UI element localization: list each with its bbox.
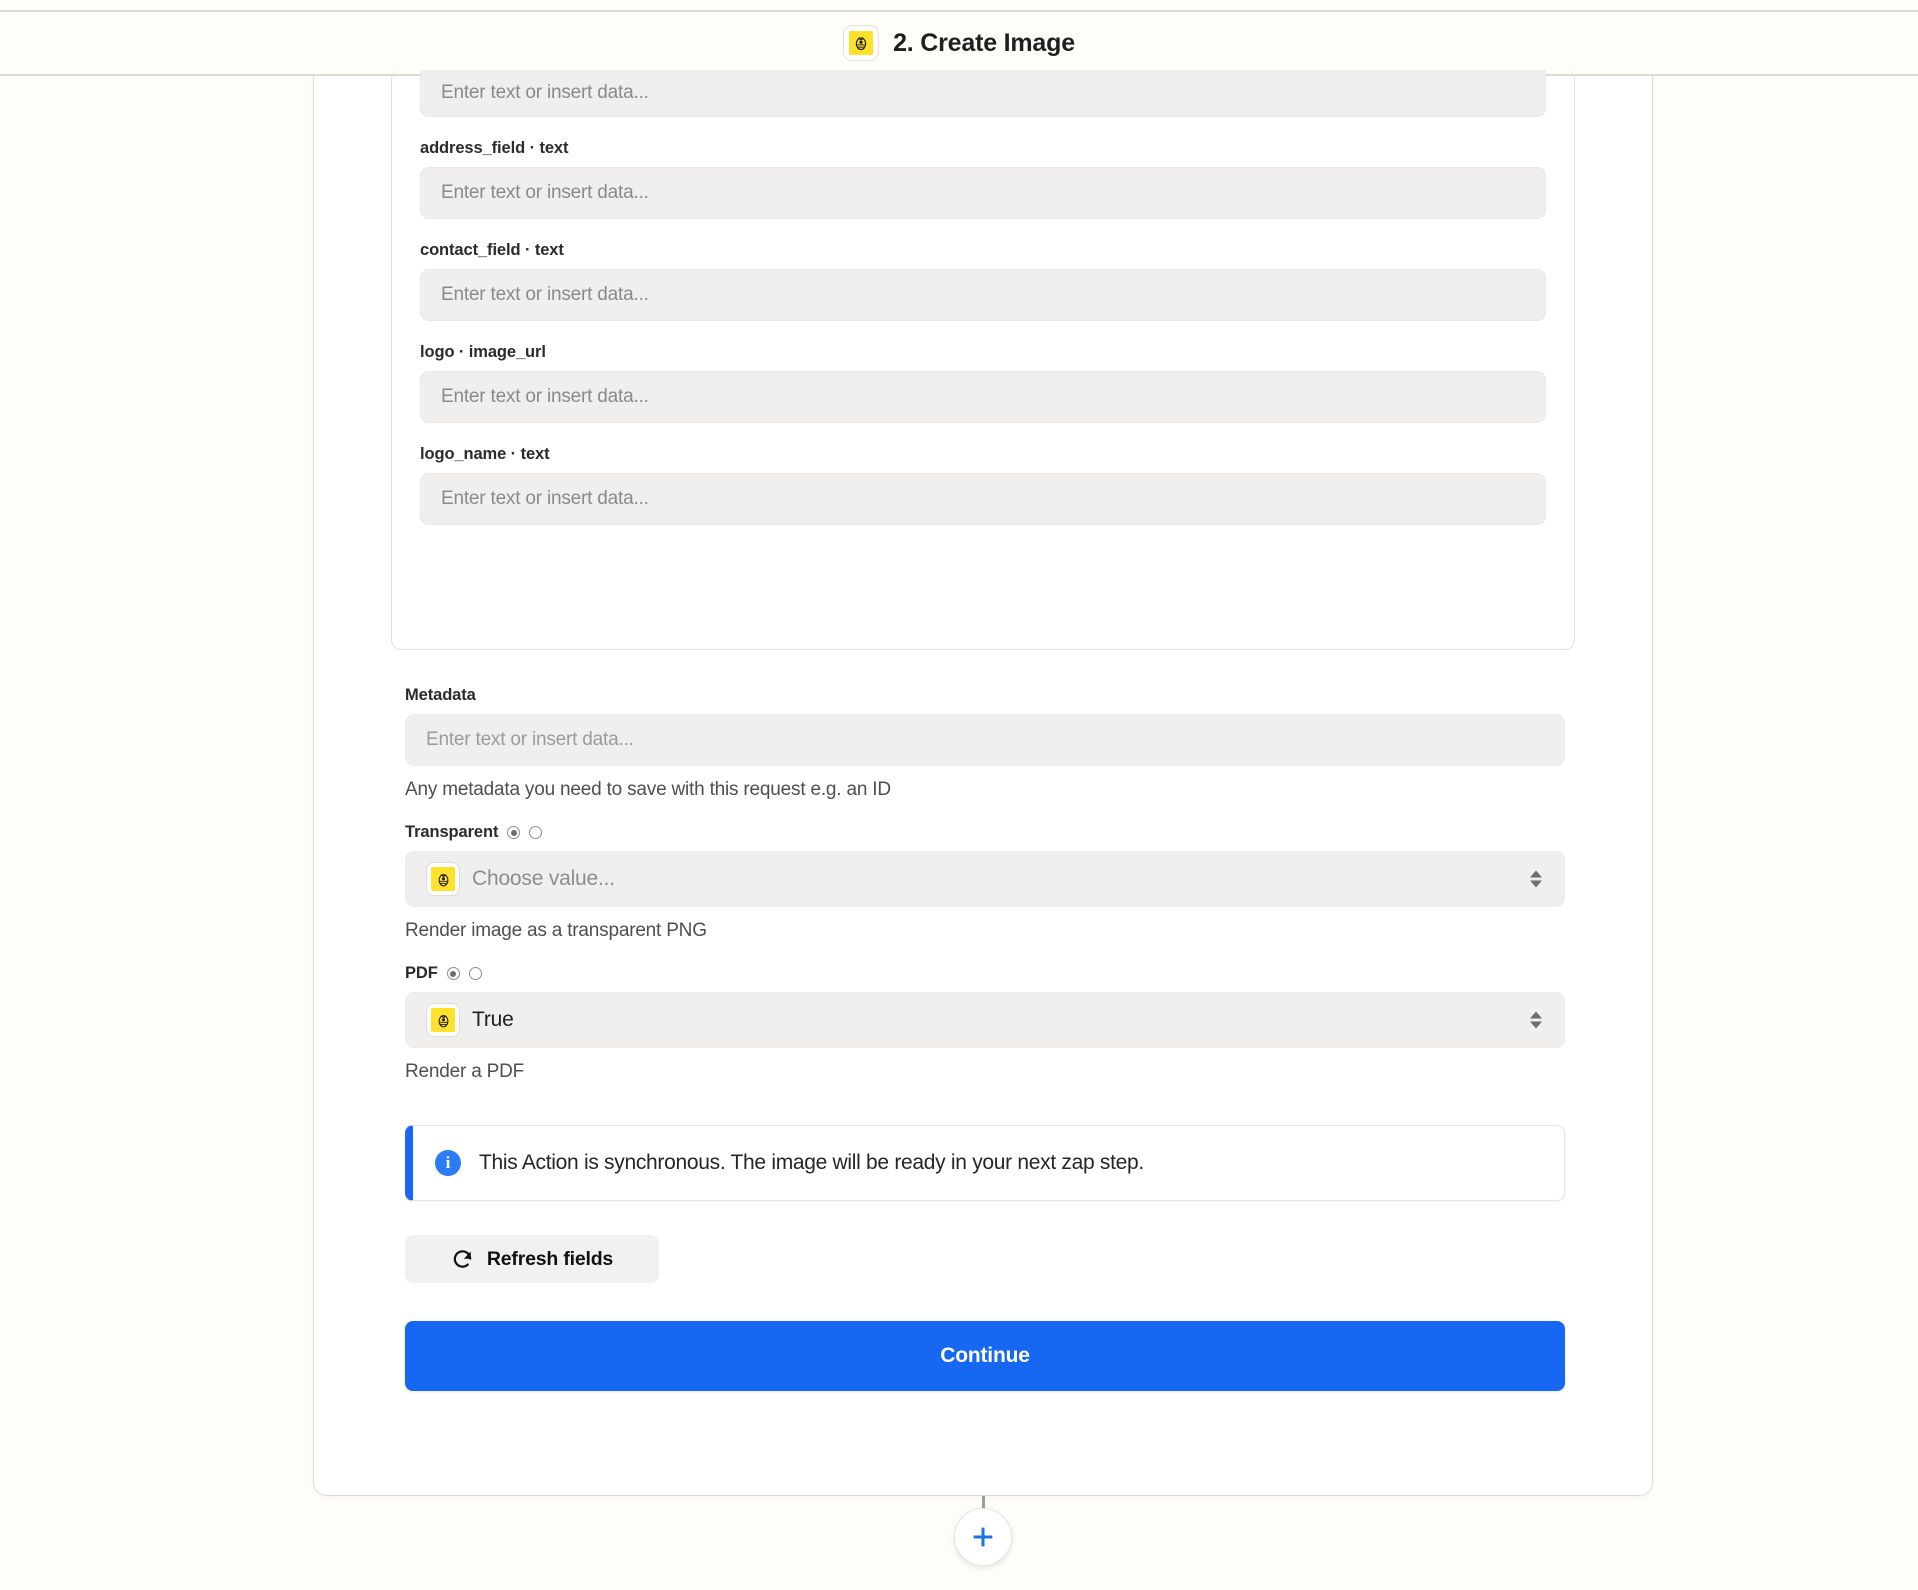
- info-icon: i: [435, 1150, 461, 1176]
- field-block-address: address_field · text Enter text or inser…: [420, 139, 1546, 219]
- field-label-logo-name: logo_name · text: [420, 445, 550, 463]
- page-title: 2. Create Image: [893, 28, 1075, 57]
- transparent-select-value: Choose value...: [472, 867, 615, 890]
- pdf-select[interactable]: True: [405, 992, 1565, 1048]
- pdf-mode-radio-selected[interactable]: [446, 967, 460, 980]
- field-label-logo: logo · image_url: [420, 343, 546, 361]
- pdf-label: PDF: [405, 964, 438, 982]
- pdf-label-row: PDF: [405, 964, 1561, 983]
- transparent-label: Transparent: [405, 823, 499, 841]
- field-block-contact: contact_field · text Enter text or inser…: [420, 241, 1546, 321]
- text-input-0[interactable]: Enter text or insert data...: [420, 70, 1546, 117]
- info-banner: i This Action is synchronous. The image …: [405, 1125, 1565, 1201]
- bee-glyph: [855, 37, 867, 51]
- transparent-mode-radio-selected[interactable]: [507, 826, 521, 839]
- metadata-input[interactable]: Enter text or insert data...: [405, 714, 1565, 766]
- continue-button[interactable]: Continue: [405, 1321, 1565, 1391]
- bee-glyph: [438, 873, 448, 886]
- step-card: Enter text or insert data... address_fie…: [313, 70, 1653, 1496]
- grouped-fields-panel: Enter text or insert data... address_fie…: [391, 70, 1575, 650]
- metadata-help: Any metadata you need to save with this …: [405, 779, 891, 800]
- refresh-fields-label: Refresh fields: [486, 1247, 614, 1270]
- metadata-label: Metadata: [405, 686, 476, 704]
- info-banner-text: This Action is synchronous. The image wi…: [479, 1151, 1144, 1174]
- step-header: 2. Create Image: [0, 10, 1918, 76]
- zapier-field-icon: [426, 1003, 460, 1037]
- zapier-app-icon: [843, 25, 880, 61]
- transparent-select[interactable]: Choose value...: [405, 851, 1565, 907]
- field-label-contact: contact_field · text: [420, 241, 564, 259]
- outer-form: Metadata Enter text or insert data... An…: [391, 686, 1575, 1391]
- text-input-logo[interactable]: Enter text or insert data...: [420, 371, 1546, 423]
- text-input-contact[interactable]: Enter text or insert data...: [420, 269, 1546, 321]
- zapier-field-icon: [426, 862, 460, 896]
- bee-glyph: [438, 1014, 448, 1027]
- chevron-updown-icon[interactable]: [1530, 1011, 1542, 1029]
- field-block-0: Enter text or insert data...: [420, 70, 1546, 117]
- transparent-mode-radio-custom[interactable]: [529, 826, 543, 839]
- text-input-logo-name[interactable]: Enter text or insert data...: [420, 473, 1546, 525]
- field-block-logo-name: logo_name · text Enter text or insert da…: [420, 445, 1546, 525]
- text-input-address[interactable]: Enter text or insert data...: [420, 167, 1546, 219]
- refresh-fields-button[interactable]: Refresh fields: [405, 1235, 659, 1283]
- pdf-select-value: True: [472, 1008, 514, 1031]
- refresh-icon: [453, 1249, 472, 1268]
- chevron-updown-icon[interactable]: [1530, 870, 1542, 888]
- transparent-label-row: Transparent: [405, 823, 1561, 842]
- plus-icon: [973, 1527, 993, 1547]
- add-step-button[interactable]: [954, 1508, 1012, 1566]
- field-block-logo: logo · image_url Enter text or insert da…: [420, 343, 1546, 423]
- pdf-help: Render a PDF: [405, 1061, 525, 1082]
- pdf-mode-radio-custom[interactable]: [468, 967, 482, 980]
- field-label-address: address_field · text: [420, 139, 569, 157]
- transparent-help: Render image as a transparent PNG: [405, 920, 707, 941]
